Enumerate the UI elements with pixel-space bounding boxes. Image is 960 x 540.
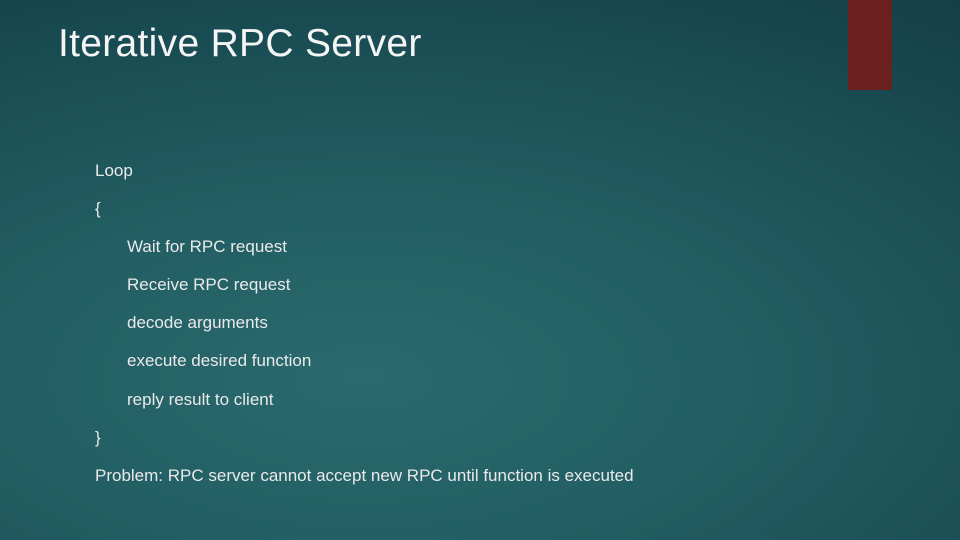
body-line-wait: Wait for RPC request xyxy=(95,236,900,258)
body-line-loop: Loop xyxy=(95,160,900,182)
body-line-reply: reply result to client xyxy=(95,389,900,411)
accent-bar xyxy=(848,0,892,90)
body-line-close-brace: } xyxy=(95,427,900,449)
body-line-open-brace: { xyxy=(95,198,900,220)
slide-title: Iterative RPC Server xyxy=(58,22,422,66)
body-line-receive: Receive RPC request xyxy=(95,274,900,296)
body-line-decode: decode arguments xyxy=(95,312,900,334)
body-line-problem: Problem: RPC server cannot accept new RP… xyxy=(95,465,900,487)
body-line-execute: execute desired function xyxy=(95,350,900,372)
slide: Iterative RPC Server Loop { Wait for RPC… xyxy=(0,0,960,540)
slide-body: Loop { Wait for RPC request Receive RPC … xyxy=(95,160,900,503)
